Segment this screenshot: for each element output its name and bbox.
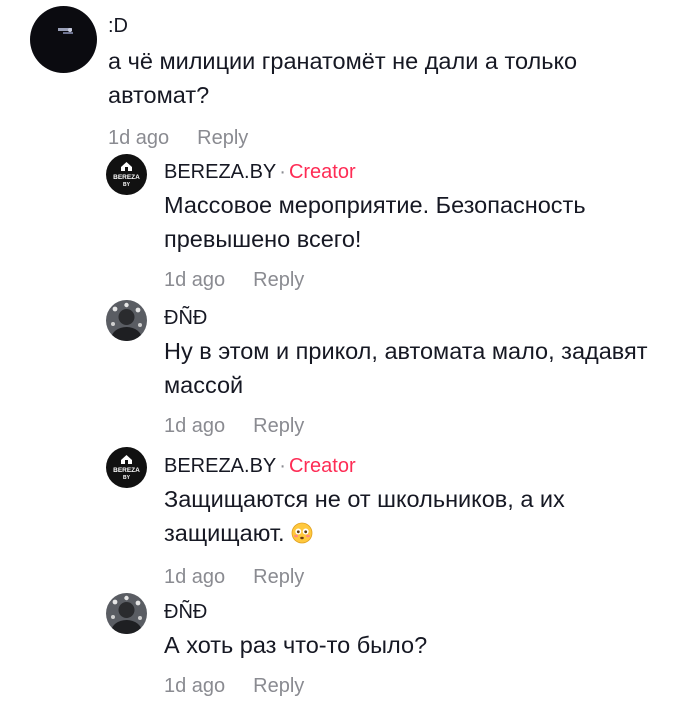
comment-username[interactable]: ĐÑĐ [164, 306, 684, 330]
avatar-logo-text: BY [123, 475, 131, 481]
avatar[interactable] [30, 6, 97, 73]
comment-text-line: а чё милиции гранатомёт не дали а только [108, 48, 578, 74]
creator-badge: Creator [288, 455, 356, 477]
comment-timestamp: 1d ago [108, 127, 170, 149]
comment-username[interactable]: BEREZA.BY [164, 161, 276, 183]
reply-button[interactable]: Reply [253, 675, 304, 697]
comment-meta: 1d ago Reply [164, 565, 684, 589]
comment-text: Ну в этом и прикол, автомата мало, задав… [164, 334, 684, 402]
comment-text-line: Защищаются не от школьников, а их [164, 486, 565, 512]
comment-username[interactable]: ĐÑĐ [164, 600, 684, 624]
separator-dot: · [279, 161, 286, 183]
comment-username[interactable]: BEREZA.BY [164, 455, 276, 477]
comment-text: Массовое мероприятие. Безопасность превы… [164, 188, 684, 256]
avatar-logo-text: BY [123, 182, 131, 188]
comment-text-line: А хоть раз что-то было? [164, 632, 428, 658]
comment-timestamp: 1d ago [164, 269, 226, 291]
avatar[interactable]: BEREZA BY [106, 447, 147, 488]
avatar[interactable] [106, 300, 147, 341]
separator-dot: · [279, 455, 286, 477]
comment-text: а чё милиции гранатомёт не дали а только… [108, 44, 688, 112]
comment-meta: 1d ago Reply [164, 268, 684, 292]
comment-text-line: Ну в этом и прикол, автомата мало, задав… [164, 338, 648, 364]
comment-meta: 1d ago Reply [164, 674, 684, 698]
comment-text-line: превышено всего! [164, 226, 362, 252]
reply-button[interactable]: Reply [253, 269, 304, 291]
avatar-logo-text: BEREZA [113, 467, 140, 474]
reply-button[interactable]: Reply [253, 566, 304, 588]
reply-button[interactable]: Reply [197, 127, 248, 149]
avatar[interactable]: BEREZA BY [106, 154, 147, 195]
comment-text-line: Массовое мероприятие. Безопасность [164, 192, 586, 218]
comment-text: А хоть раз что-то было? [164, 628, 684, 662]
comment-username[interactable]: :D [108, 14, 688, 38]
comment-timestamp: 1d ago [164, 566, 226, 588]
comment-timestamp: 1d ago [164, 415, 226, 437]
comment-header: BEREZA.BY · Creator [164, 454, 684, 478]
creator-badge: Creator [288, 161, 356, 183]
reply-button[interactable]: Reply [253, 415, 304, 437]
flushed-face-emoji-icon [291, 519, 313, 553]
comment-header: BEREZA.BY · Creator [164, 160, 684, 184]
avatar-logo-text: BEREZA [113, 174, 140, 181]
comment-meta: 1d ago Reply [108, 126, 688, 150]
avatar[interactable] [106, 593, 147, 634]
comment-text-fragment: защищают. [164, 520, 285, 546]
comment-text-line: массой [164, 372, 244, 398]
comment-text-line: защищают. [164, 516, 684, 553]
comment-text-line: автомат? [108, 82, 210, 108]
comment-meta: 1d ago Reply [164, 414, 684, 438]
comment-text: Защищаются не от школьников, а их защища… [164, 482, 684, 553]
comment-timestamp: 1d ago [164, 675, 226, 697]
